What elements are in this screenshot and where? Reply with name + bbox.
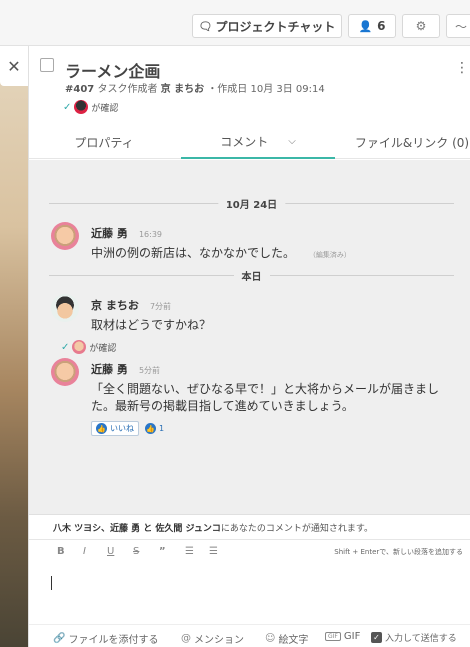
members-button[interactable]: 👤 6 [348,14,396,38]
comment-time: 5分前 [138,366,161,375]
date-divider-label: 本日 [233,268,270,283]
like-button[interactable]: 👍 いいね [91,421,139,436]
created-by-label: タスク作成者 [97,84,158,95]
activity-icon: 〜 [454,19,467,34]
task-number: #407 [65,84,95,95]
mention-button[interactable]: @ メンション [181,631,244,646]
check-icon: ✓ [61,341,70,353]
task-creator: 京 まちお [160,84,205,95]
like-count[interactable]: 👍 1 [145,423,164,434]
tab-properties-label: プロパティ [74,136,134,150]
submit-on-enter-toggle[interactable]: ✓ 入力して送信する [371,631,457,644]
gear-icon: ⚙ [415,19,427,33]
avatar [72,340,87,354]
like-label: いいね [110,424,134,433]
comment-thread: 10月 24日 近藤 勇 16:39 中洲の例の新店は、なかなかでした。 （編集… [29,160,470,514]
tab-comment-label: コメント [220,135,269,149]
top-bar: 🗨 プロジェクトチャット 👤 6 ⚙ 〜 [0,0,470,46]
date-divider-label: 10月 24日 [217,196,286,211]
quote-button[interactable]: ” [159,546,166,557]
confirmed-label: が確認 [91,103,119,114]
close-icon: ✕ [7,56,21,76]
avatar [74,100,89,114]
comment-text: 中洲の例の新店は、なかなかでした。 [91,246,296,260]
comment-time: 7分前 [149,302,172,311]
comment-author[interactable]: 京 まちお [91,299,139,312]
more-options-icon[interactable]: ⋮ [455,60,469,76]
thumbs-up-icon: 👍 [96,423,107,434]
editor-hint: Shift + Enterで、新しい段落を追加する [334,548,463,556]
chevron-down-icon[interactable]: ⌵ [288,136,296,147]
chat-bubble-icon: 🗨 [198,19,213,33]
gif-label: GIF [343,631,361,642]
comment-time: 16:39 [138,230,162,239]
emoji-label: 絵文字 [278,635,309,646]
thumbs-up-icon: 👍 [145,423,156,434]
task-detail-panel: ラーメン企画 ⋮ #407 タスク作成者 京 まちお ・作成日 10月 3日 0… [28,46,470,647]
numbered-list-button[interactable]: ☰ [209,546,218,557]
comment-author[interactable]: 近藤 勇 [91,227,128,240]
strikethrough-button[interactable]: S [133,546,139,557]
at-icon: @ [181,633,191,644]
mention-label: メンション [194,635,244,646]
task-complete-checkbox[interactable] [40,58,54,72]
editor-footer: 🔗 ファイルを添付する @ メンション ☺ 絵文字 GIF GIF ✓ 入力して… [29,624,470,647]
person-icon: 👤 [358,19,373,33]
attach-file-button[interactable]: 🔗 ファイルを添付する [53,631,158,646]
tab-comment[interactable]: コメント ⌵ [181,126,335,159]
format-toolbar: B I U S ” ☰ ☰ Shift + Enterで、新しい段落を追加する [29,544,470,564]
reactions: 👍 いいね 👍 1 [91,421,461,436]
activity-button[interactable]: 〜 [446,14,470,38]
paperclip-icon: 🔗 [53,633,66,644]
emoji-button[interactable]: ☺ 絵文字 [265,631,308,646]
underline-button[interactable]: U [107,546,114,557]
tab-properties[interactable]: プロパティ [29,126,179,159]
task-title[interactable]: ラーメン企画 [65,58,160,82]
avatar[interactable] [51,358,79,386]
attach-file-label: ファイルを添付する [68,635,159,646]
settings-button[interactable]: ⚙ [402,14,440,38]
tab-files-links[interactable]: ファイル&リンク (0) [347,126,470,159]
check-icon: ✓ [63,101,72,113]
like-count-value: 1 [159,424,165,433]
confirmed-label: が確認 [89,343,117,354]
comment-text: 「全く問題ない、ぜひなる早で！」と大将からメールが届きました。最新号の掲載目指し… [91,382,440,413]
project-chat-label: プロジェクトチャット [215,19,336,34]
edited-label: （編集済み） [308,251,351,259]
date-divider: 本日 [49,268,454,283]
member-count: 6 [377,19,386,33]
checkbox-checked-icon: ✓ [371,632,382,643]
bulleted-list-button[interactable]: ☰ [185,546,194,557]
avatar[interactable] [51,294,79,322]
notice-suffix: にあなたのコメントが通知されます。 [220,523,373,534]
smile-icon: ☺ [265,633,276,644]
submit-on-enter-label: 入力して送信する [385,634,457,644]
bold-button[interactable]: B [57,546,65,557]
notification-notice: 八木 ツヨシ、近藤 勇 と 佐久間 ジュンコ にあなたのコメントが通知されます。 [29,514,470,540]
comment-author[interactable]: 近藤 勇 [91,363,128,376]
project-chat-button[interactable]: 🗨 プロジェクトチャット [192,14,342,38]
close-panel-button[interactable]: ✕ [0,46,28,86]
date-divider: 10月 24日 [49,196,454,211]
task-header: ラーメン企画 ⋮ #407 タスク作成者 京 まちお ・作成日 10月 3日 0… [29,46,470,174]
text-caret [51,576,52,590]
avatar[interactable] [51,222,79,250]
notified-users: 八木 ツヨシ、近藤 勇 と 佐久間 ジュンコ [53,523,221,534]
gif-icon: GIF [325,632,341,641]
created-date: ・作成日 10月 3日 09:14 [207,84,325,95]
italic-button[interactable]: I [83,546,86,557]
gif-button[interactable]: GIF GIF [325,631,360,642]
task-meta: #407 タスク作成者 京 まちお ・作成日 10月 3日 09:14 [65,80,325,95]
comment-input[interactable] [51,572,451,620]
tab-files-label: ファイル&リンク (0) [354,136,470,150]
task-confirmed: ✓ が確認 [63,100,118,114]
comment-confirmed: ✓ が確認 [61,340,116,354]
comment-text: 取材はどうですかね？ [91,318,212,332]
tab-bar: プロパティ コメント ⌵ ファイル&リンク (0) [29,126,470,159]
